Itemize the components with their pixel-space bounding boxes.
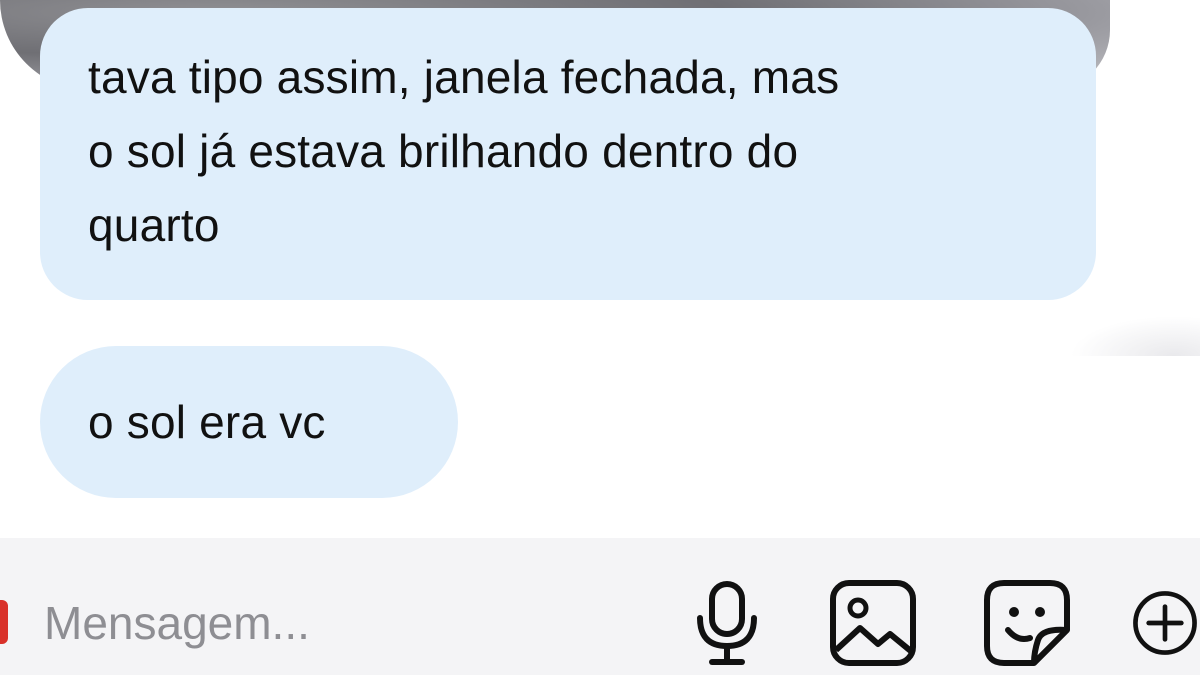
background-shadow bbox=[1070, 316, 1200, 356]
message-input[interactable] bbox=[44, 588, 664, 658]
microphone-icon[interactable] bbox=[682, 578, 772, 668]
message-line: o sol já estava brilhando dentro do bbox=[88, 125, 799, 177]
message-line: tava tipo assim, janela fechada, mas bbox=[88, 51, 840, 103]
sticker-icon[interactable] bbox=[982, 578, 1072, 668]
composer-edge-marker bbox=[0, 600, 8, 644]
plus-circle-icon[interactable] bbox=[1130, 578, 1200, 668]
chat-screen: tava tipo assim, janela fechada, mas o s… bbox=[0, 0, 1200, 675]
message-text: o sol era vc bbox=[88, 396, 326, 448]
message-bubble[interactable]: tava tipo assim, janela fechada, mas o s… bbox=[40, 8, 1096, 300]
image-icon[interactable] bbox=[828, 578, 918, 668]
message-line: quarto bbox=[88, 199, 220, 251]
message-bubble[interactable]: o sol era vc bbox=[40, 346, 458, 498]
